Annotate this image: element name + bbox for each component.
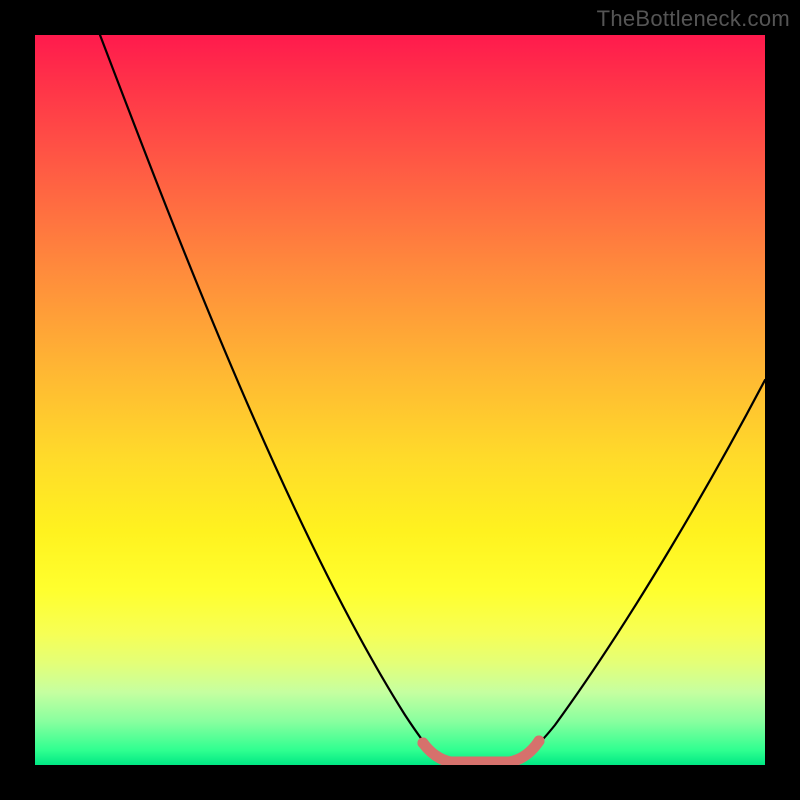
band-dot-left: [418, 738, 429, 749]
curve-layer: [35, 35, 765, 765]
plot-area: [35, 35, 765, 765]
watermark-text: TheBottleneck.com: [597, 6, 790, 32]
band-dot-right: [534, 736, 545, 747]
bottleneck-curve: [100, 35, 765, 761]
optimal-band: [423, 741, 539, 762]
chart-frame: TheBottleneck.com: [0, 0, 800, 800]
